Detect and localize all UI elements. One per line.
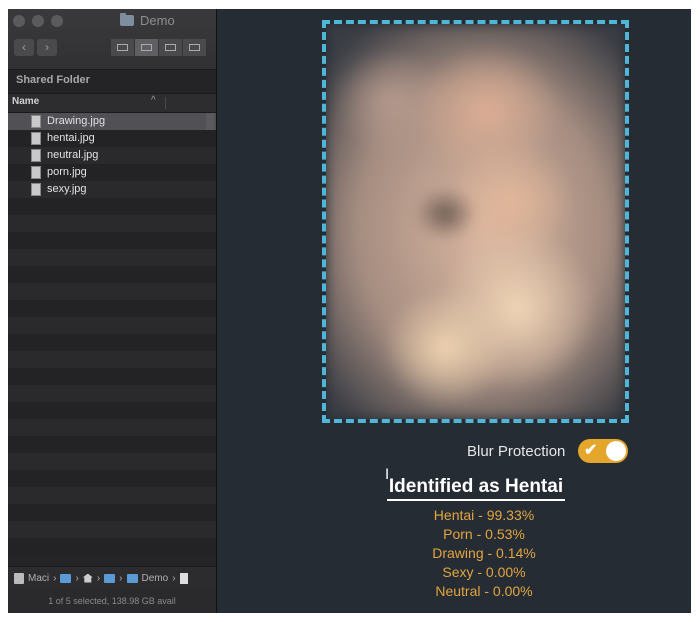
path-separator-icon: › — [53, 572, 57, 584]
zoom-window-button[interactable] — [51, 15, 63, 27]
path-bar: Maci › › › › Demo › — [8, 566, 216, 589]
empty-row — [8, 334, 216, 351]
home-icon[interactable] — [82, 573, 93, 583]
score-drawing: Drawing - 0.14% — [432, 545, 536, 561]
score-list: Hentai - 99.33% Porn - 0.53% Drawing - 0… — [367, 506, 601, 601]
column-divider — [165, 97, 166, 109]
file-row[interactable]: hentai.jpg — [8, 130, 216, 147]
file-row[interactable]: porn.jpg — [8, 164, 216, 181]
chevron-left-icon: ‹ — [22, 40, 26, 54]
empty-row — [8, 198, 216, 215]
window-title: Demo — [120, 13, 175, 28]
columns-icon — [165, 44, 176, 51]
status-bar: 1 of 5 selected, 138.98 GB avail — [8, 589, 216, 613]
image-file-icon — [31, 166, 41, 179]
image-file-icon — [31, 183, 41, 196]
score-neutral: Neutral - 0.00% — [435, 583, 533, 599]
empty-row — [8, 470, 216, 487]
file-name: sexy.jpg — [47, 183, 87, 195]
empty-row — [8, 538, 216, 555]
folder-icon — [126, 573, 138, 583]
gallery-icon — [189, 44, 200, 51]
empty-row — [8, 232, 216, 249]
view-mode-buttons — [111, 39, 207, 56]
file-row[interactable]: neutral.jpg — [8, 147, 216, 164]
empty-row — [8, 368, 216, 385]
sidebar-section-label: Shared Folder — [16, 74, 90, 86]
path-separator-icon: › — [75, 572, 79, 584]
image-preview — [322, 20, 629, 423]
empty-row — [8, 453, 216, 470]
list-view-button[interactable] — [135, 39, 158, 56]
icon-view-button[interactable] — [111, 39, 134, 56]
empty-row — [8, 487, 216, 504]
file-row[interactable]: Drawing.jpg — [8, 113, 216, 130]
empty-row — [8, 266, 216, 283]
file-name: Drawing.jpg — [47, 115, 106, 127]
path-separator-icon: › — [119, 572, 123, 584]
image-file-icon — [31, 149, 41, 162]
empty-row — [8, 402, 216, 419]
empty-row — [8, 385, 216, 402]
finder-titlebar: Demo ‹ › — [8, 9, 216, 70]
gallery-view-button[interactable] — [183, 39, 206, 56]
forward-button[interactable]: › — [37, 39, 57, 56]
empty-row — [8, 521, 216, 538]
empty-row — [8, 504, 216, 521]
close-window-button[interactable] — [13, 15, 25, 27]
file-row[interactable]: sexy.jpg — [8, 181, 216, 198]
hard-drive-icon — [14, 572, 24, 584]
score-sexy: Sexy - 0.00% — [442, 564, 526, 580]
file-icon[interactable] — [179, 572, 188, 584]
file-name: hentai.jpg — [47, 132, 95, 144]
blur-protection-toggle[interactable]: ✔ — [578, 439, 628, 463]
path-folder-label[interactable]: Demo — [142, 573, 169, 584]
column-view-button[interactable] — [159, 39, 182, 56]
folder-icon[interactable] — [104, 573, 116, 583]
score-porn: Porn - 0.53% — [443, 526, 525, 542]
path-separator-icon: › — [172, 572, 176, 584]
finder-window: Demo ‹ › Shared Folder Name ^ Drawing.jp… — [8, 9, 217, 613]
blur-protection-label: Blur Protection — [467, 443, 566, 460]
chevron-right-icon: › — [45, 40, 49, 54]
name-column-header[interactable]: Name ^ — [8, 93, 216, 113]
path-separator-icon: › — [96, 572, 101, 584]
result-title: Identified as Hentai — [387, 476, 565, 501]
empty-row — [8, 317, 216, 334]
folder-icon[interactable] — [60, 573, 72, 583]
selection-edge — [206, 113, 214, 130]
file-name: neutral.jpg — [47, 149, 99, 161]
list-icon — [141, 44, 152, 51]
classifier-panel: Blur Protection ✔ I Identified as Hentai… — [217, 9, 691, 613]
checkmark-icon: ✔ — [584, 442, 598, 459]
file-name: porn.jpg — [47, 166, 87, 178]
chevron-up-icon: ^ — [151, 95, 156, 106]
empty-row — [8, 249, 216, 266]
grid-icon — [117, 44, 128, 51]
window-title-text: Demo — [140, 13, 175, 28]
back-button[interactable]: ‹ — [14, 39, 34, 56]
empty-row — [8, 419, 216, 436]
folder-icon — [120, 13, 134, 26]
column-name-label: Name — [12, 96, 40, 107]
empty-row — [8, 215, 216, 232]
empty-row — [8, 283, 216, 300]
path-drive-label[interactable]: Maci — [28, 573, 49, 584]
image-file-icon — [31, 115, 41, 128]
blurred-image — [326, 24, 625, 419]
file-list: Drawing.jpg hentai.jpg neutral.jpg porn.jpg… — [8, 113, 216, 555]
empty-row — [8, 300, 216, 317]
toggle-knob — [606, 441, 626, 461]
score-hentai: Hentai - 99.33% — [433, 507, 535, 523]
empty-row — [8, 436, 216, 453]
image-file-icon — [31, 132, 41, 145]
empty-row — [8, 351, 216, 368]
minimize-window-button[interactable] — [32, 15, 44, 27]
